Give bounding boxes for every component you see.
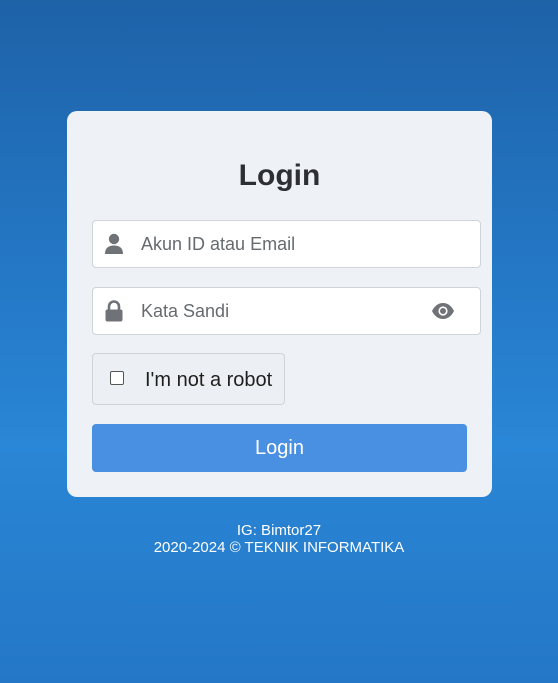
login-title: Login — [238, 159, 321, 192]
username-field[interactable] — [92, 220, 481, 268]
footer: IG: Bimtor27 2020-2024 © TEKNIK INFORMAT… — [0, 522, 558, 556]
login-button[interactable]: Login — [92, 424, 467, 472]
lock-icon — [105, 300, 123, 322]
login-card: Login I'm not a robot Login — [67, 111, 492, 497]
user-icon — [105, 233, 123, 254]
captcha-label: I'm not a robot — [145, 369, 273, 391]
footer-copyright: 2020-2024 © TEKNIK INFORMATIKA — [153, 539, 405, 556]
captcha-checkbox[interactable] — [110, 371, 124, 385]
username-input[interactable] — [141, 221, 421, 267]
password-field[interactable] — [92, 287, 481, 335]
footer-instagram: IG: Bimtor27 — [236, 522, 322, 539]
captcha-widget: I'm not a robot — [92, 353, 285, 405]
password-input[interactable] — [141, 288, 421, 334]
eye-icon[interactable] — [431, 302, 455, 320]
